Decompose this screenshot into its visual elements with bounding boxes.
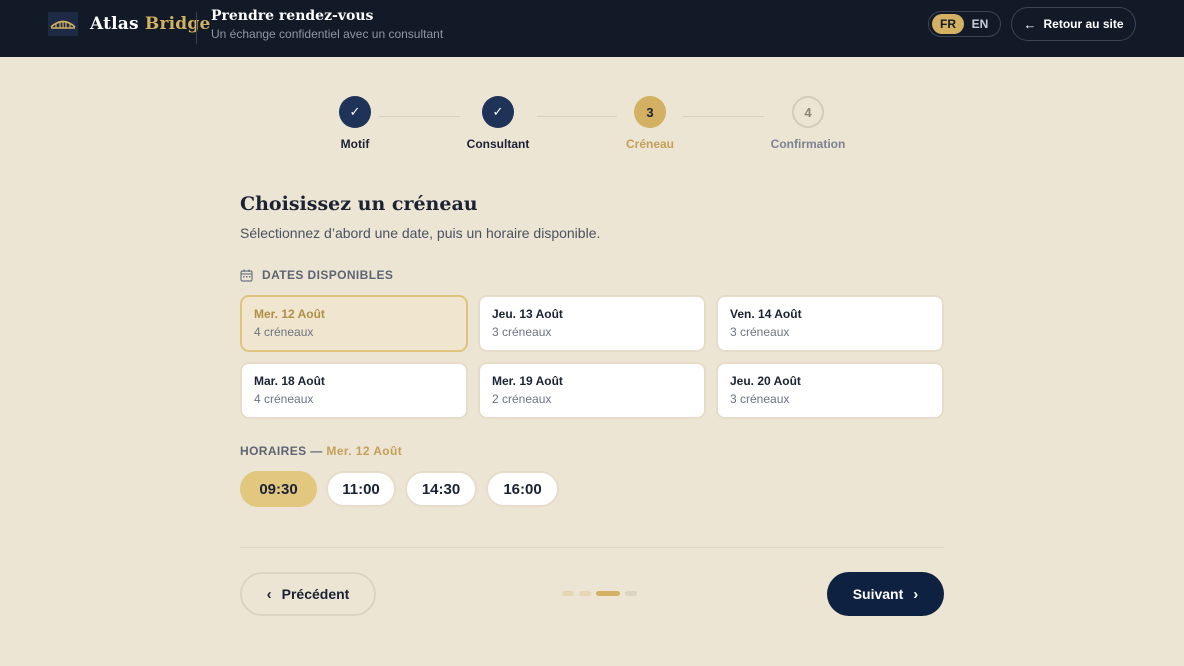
date-card[interactable]: Jeu. 20 Août 3 créneaux (716, 362, 944, 419)
step-check-icon: ✓ (339, 96, 371, 128)
next-button[interactable]: Suivant › (827, 572, 944, 616)
dates-heading-label: DATES DISPONIBLES (262, 268, 394, 282)
page-subtitle: Un échange confidentiel avec un consulta… (211, 27, 444, 41)
date-card[interactable]: Mer. 12 Août 4 créneaux (240, 295, 468, 352)
dates-grid: Mer. 12 Août 4 créneaux Jeu. 13 Août 3 c… (240, 295, 944, 419)
date-name: Mer. 12 Août (254, 307, 325, 321)
step-check-icon: ✓ (482, 96, 514, 128)
date-slot-count: 2 créneaux (492, 392, 552, 406)
time-slot[interactable]: 16:00 (486, 471, 559, 507)
chevron-left-icon: ‹ (266, 585, 272, 603)
date-slot-count: 3 créneaux (492, 325, 552, 339)
back-to-site-label: Retour au site (1043, 17, 1124, 31)
step-label: Confirmation (770, 137, 846, 151)
brand-logo[interactable]: Atlas Bridge (48, 12, 211, 36)
hours-selected-date: Mer. 12 Août (326, 444, 403, 458)
date-name: Mar. 18 Août (254, 374, 325, 388)
page-title: Prendre rendez-vous (211, 8, 374, 24)
date-slot-count: 4 créneaux (254, 392, 314, 406)
progress-dot (625, 591, 637, 596)
section-title: Choisissez un créneau (240, 193, 478, 215)
previous-label: Précédent (281, 586, 350, 602)
back-to-site-button[interactable]: ← Retour au site (1011, 7, 1136, 41)
date-name: Mer. 19 Août (492, 374, 563, 388)
lang-en-button[interactable]: EN (964, 14, 996, 34)
next-label: Suivant (852, 586, 904, 602)
dates-heading: DATES DISPONIBLES (240, 268, 393, 282)
bridge-icon (48, 12, 78, 36)
date-name: Jeu. 20 Août (730, 374, 801, 388)
date-slot-count: 4 créneaux (254, 325, 314, 339)
date-card[interactable]: Mer. 19 Août 2 créneaux (478, 362, 706, 419)
date-slot-count: 3 créneaux (730, 392, 790, 406)
chevron-right-icon: › (913, 585, 919, 603)
brand-name-main: Atlas (90, 14, 139, 34)
step-number: 4 (792, 96, 824, 128)
step-label: Consultant (466, 137, 530, 151)
time-slot[interactable]: 11:00 (326, 471, 396, 507)
time-slots: 09:30 11:00 14:30 16:00 (240, 471, 568, 507)
step-creneau: 3 Créneau (600, 96, 700, 151)
step-confirmation: 4 Confirmation (758, 96, 858, 151)
header-divider (196, 12, 197, 44)
brand-name-accent: Bridge (144, 14, 211, 34)
language-switcher: FR EN (928, 11, 1001, 37)
step-motif: ✓ Motif (305, 96, 405, 151)
arrow-left-icon: ← (1023, 16, 1037, 32)
progress-dot-active (596, 591, 620, 596)
progress-dots (562, 591, 642, 596)
brand-name: Atlas Bridge (90, 14, 211, 34)
top-header: Atlas Bridge Prendre rendez-vous Un écha… (0, 0, 1184, 57)
hours-heading: HORAIRES — Mer. 12 Août (240, 444, 402, 458)
section-subtitle: Sélectionnez d’abord une date, puis un h… (240, 225, 601, 241)
progress-dot (562, 591, 574, 596)
step-number: 3 (634, 96, 666, 128)
step-label: Créneau (625, 137, 675, 151)
date-card[interactable]: Jeu. 13 Août 3 créneaux (478, 295, 706, 352)
hours-heading-label: HORAIRES — (240, 444, 323, 458)
lang-fr-button[interactable]: FR (932, 14, 964, 34)
time-slot[interactable]: 14:30 (405, 471, 477, 507)
calendar-icon (240, 269, 253, 282)
step-consultant: ✓ Consultant (448, 96, 548, 151)
date-name: Ven. 14 Août (730, 307, 802, 321)
time-slot[interactable]: 09:30 (240, 471, 317, 507)
step-label: Motif (340, 137, 370, 151)
date-name: Jeu. 13 Août (492, 307, 563, 321)
progress-dot (579, 591, 591, 596)
date-slot-count: 3 créneaux (730, 325, 790, 339)
date-card[interactable]: Ven. 14 Août 3 créneaux (716, 295, 944, 352)
footer-divider (240, 547, 944, 548)
previous-button[interactable]: ‹ Précédent (240, 572, 376, 616)
date-card[interactable]: Mar. 18 Août 4 créneaux (240, 362, 468, 419)
